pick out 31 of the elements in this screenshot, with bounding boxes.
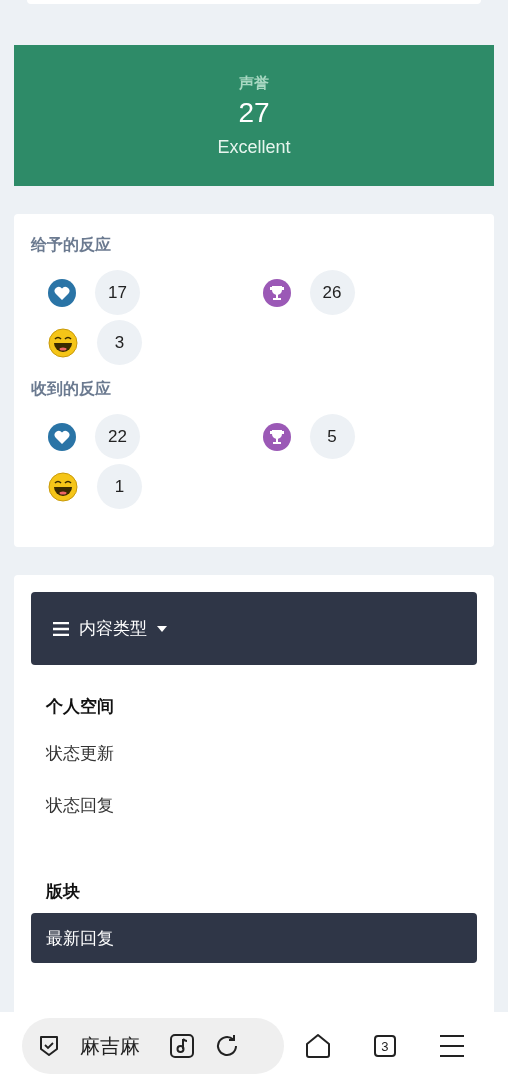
menu-item[interactable]: 最新回复 [31,913,477,963]
trophy-icon [262,278,291,307]
trophy-icon [262,422,291,451]
caret-icon [157,625,167,632]
laughing-face-icon [48,327,78,358]
reaction-count: 17 [95,270,140,315]
reaction-count: 1 [97,464,142,509]
reaction-count: 22 [95,414,140,459]
section-title: 收到的反应 [31,379,112,399]
reaction-count: 3 [97,320,142,365]
home-icon[interactable] [304,1033,331,1059]
reaction-count: 26 [309,270,355,315]
menu-icon[interactable] [440,1035,465,1057]
refresh-icon[interactable] [214,1033,240,1059]
address-text: 麻吉麻 [80,1033,141,1059]
tabs-button[interactable]: 3 [374,1035,396,1057]
section-heading: 个人空间 [45,696,115,718]
address-bar[interactable]: 麻吉麻 [22,1018,284,1074]
reaction-count: 5 [309,414,355,459]
menu-item[interactable]: 状态更新 [31,728,477,778]
laughing-face-icon [48,471,78,502]
reputation-value: 27 [238,96,270,129]
section-title: 给予的反应 [31,235,112,255]
shield-check-icon [38,1034,60,1058]
menu-item[interactable]: 状态回复 [31,780,477,830]
content-type-dropdown[interactable]: 内容类型 [31,592,477,665]
section-heading: 版块 [45,881,81,903]
music-note-icon[interactable] [170,1034,194,1058]
menu-icon [53,621,69,636]
reputation-rating: Excellent [217,136,291,158]
reputation-label: 声誉 [239,73,269,93]
